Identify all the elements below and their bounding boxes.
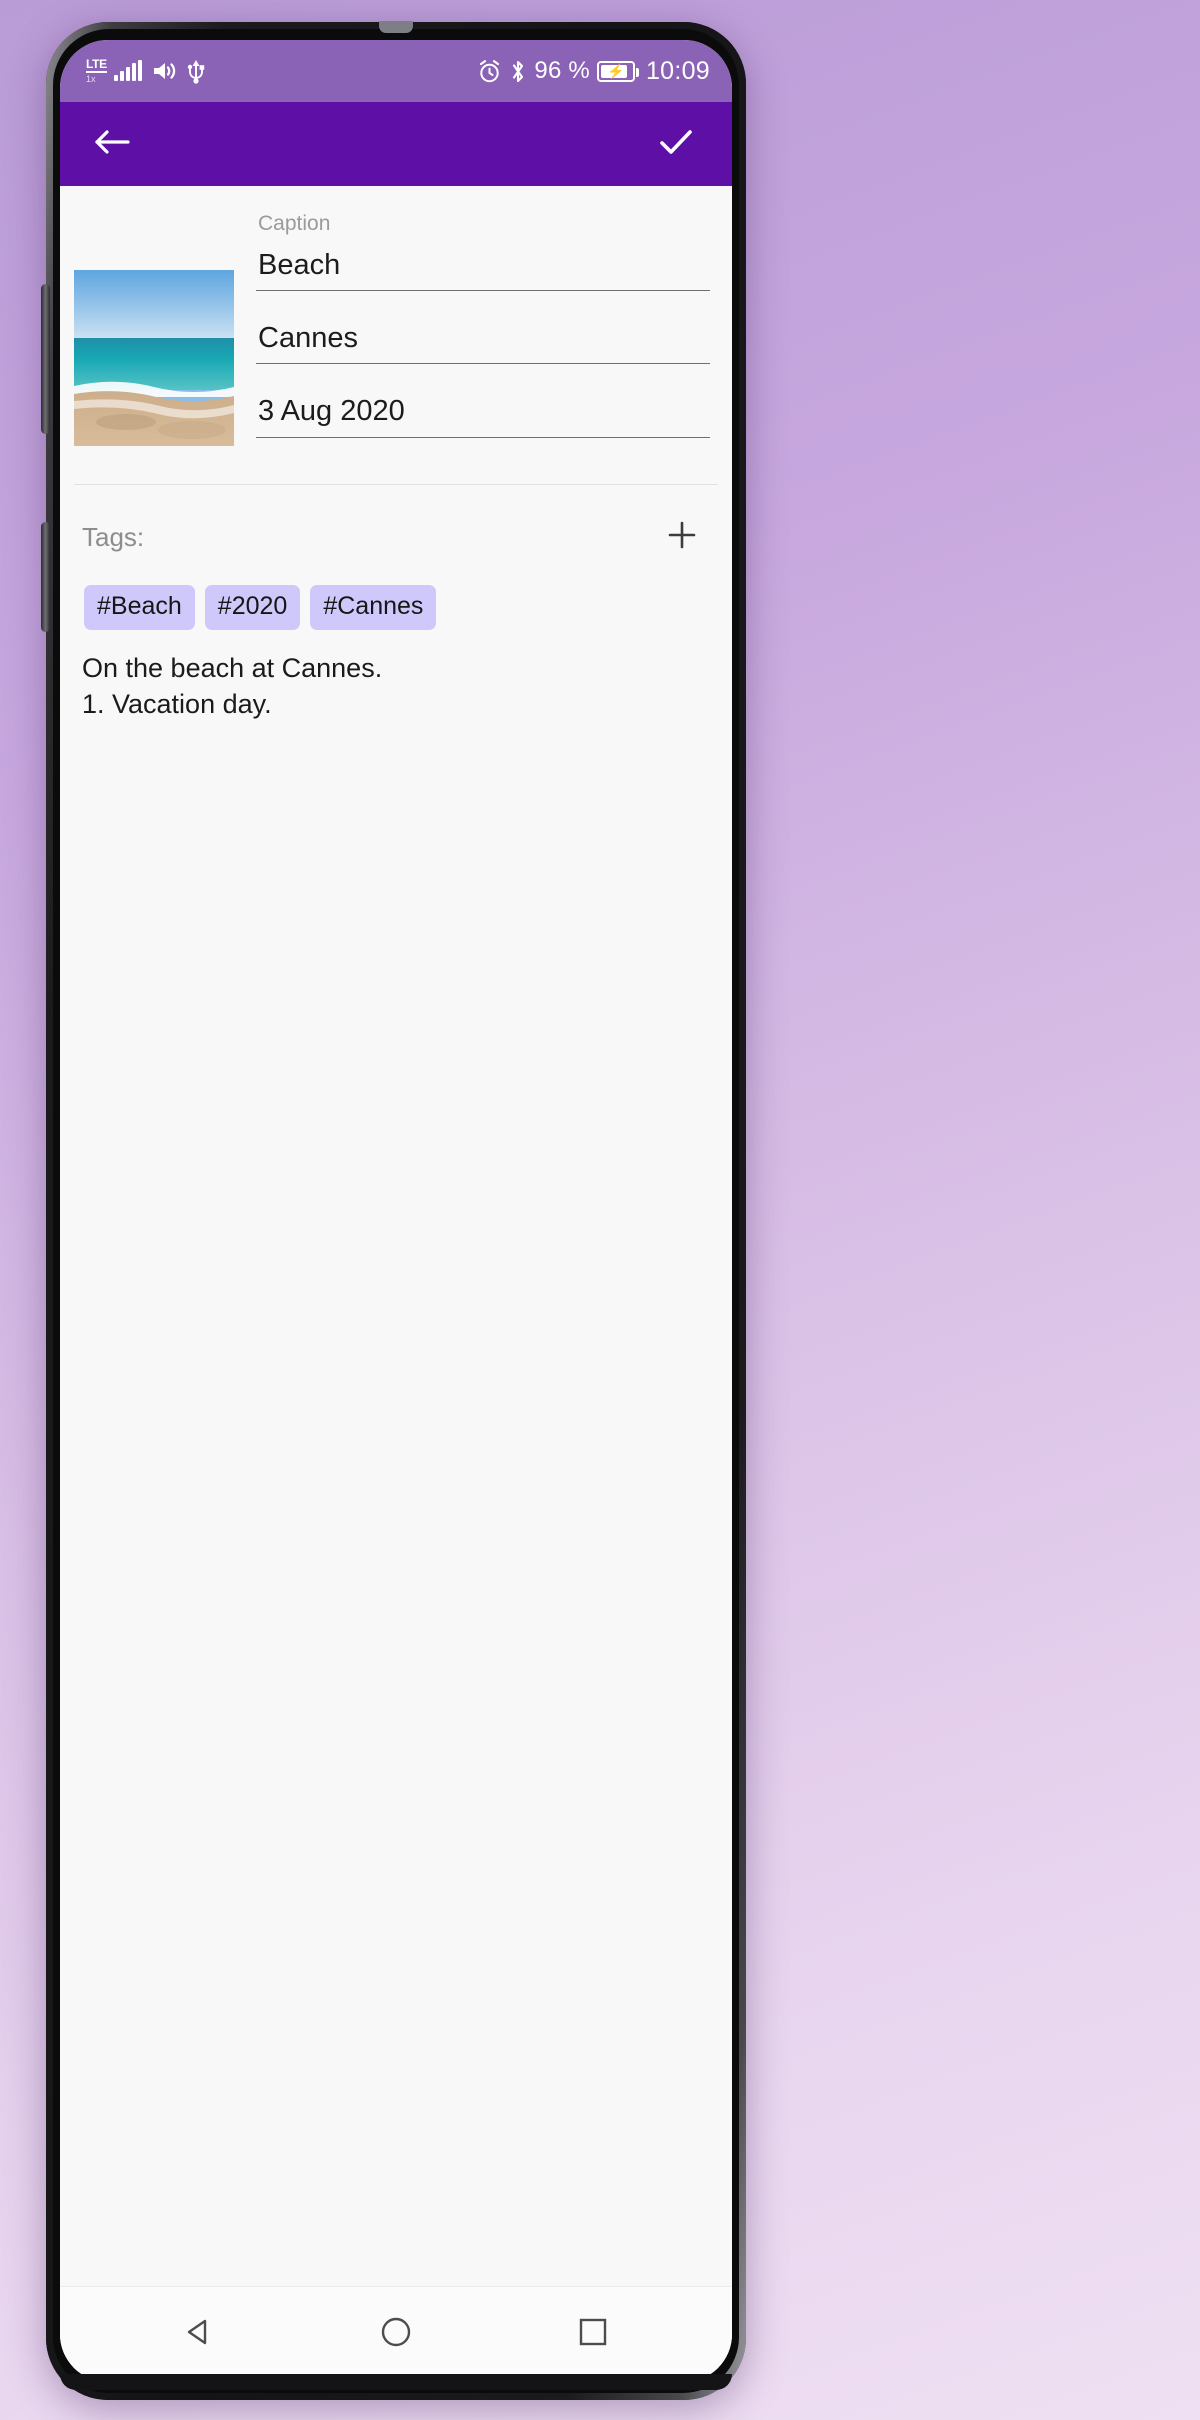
usb-icon <box>186 58 206 84</box>
volume-button[interactable] <box>41 284 50 434</box>
content-area: Caption Beach Cannes 3 Aug 2020 Tags: #B… <box>60 186 732 2382</box>
tags-title: Tags: <box>82 521 145 552</box>
camera-notch <box>379 21 413 33</box>
photo-metadata-section: Caption Beach Cannes 3 Aug 2020 <box>60 186 732 446</box>
photo-thumbnail[interactable] <box>74 270 234 446</box>
tag-chip[interactable]: #Beach <box>84 585 195 630</box>
clock-label: 10:09 <box>645 56 710 85</box>
phone-device: LTE 1x 96 % ⚡ 10:09 Caption Beach Cannes… <box>41 21 746 2400</box>
bluetooth-icon <box>509 59 527 84</box>
caption-input[interactable]: Beach <box>256 248 710 292</box>
back-arrow-icon <box>92 126 132 163</box>
fields-column: Caption Beach Cannes 3 Aug 2020 <box>234 212 712 446</box>
tags-list: #Beach #2020 #Cannes <box>82 585 706 630</box>
nav-back-button[interactable] <box>160 2296 238 2374</box>
power-button[interactable] <box>41 522 50 632</box>
note-body-text[interactable]: On the beach at Cannes. 1. Vacation day. <box>60 630 732 2286</box>
tag-chip[interactable]: #Cannes <box>310 585 437 630</box>
location-value: Cannes <box>258 322 358 355</box>
tags-header: Tags: <box>82 513 706 561</box>
caption-label: Caption <box>258 212 331 235</box>
nav-recents-button[interactable] <box>554 2296 632 2374</box>
tags-section: Tags: #Beach #2020 #Cannes <box>60 485 732 630</box>
date-value: 3 Aug 2020 <box>258 395 405 428</box>
date-input[interactable]: 3 Aug 2020 <box>256 394 710 438</box>
status-bar-left: LTE 1x <box>86 58 206 84</box>
nav-home-button[interactable] <box>357 2296 435 2374</box>
home-circle-icon <box>377 2313 415 2356</box>
confirm-button[interactable] <box>648 116 704 172</box>
back-triangle-icon <box>180 2313 218 2356</box>
beach-photo-image <box>74 270 234 446</box>
signal-bars-icon <box>113 60 142 81</box>
status-bar-right: 96 % ⚡ 10:09 <box>477 57 710 86</box>
network-sub-label: 1x <box>86 74 96 84</box>
location-input[interactable]: Cannes <box>256 321 710 365</box>
add-tag-button[interactable] <box>658 513 706 561</box>
back-button[interactable] <box>84 116 140 172</box>
network-type-indicator: LTE 1x <box>86 58 107 84</box>
app-bar <box>60 102 732 186</box>
plus-icon <box>665 518 699 557</box>
system-navigation-bar <box>60 2286 732 2382</box>
phone-screen: LTE 1x 96 % ⚡ 10:09 Caption Beach Cannes… <box>60 40 732 2382</box>
recents-square-icon <box>574 2313 612 2356</box>
lte-label: LTE <box>86 57 107 73</box>
tag-chip[interactable]: #2020 <box>204 585 301 630</box>
battery-percent-label: 96 % <box>534 57 590 84</box>
volume-icon <box>151 59 177 83</box>
battery-icon: ⚡ <box>596 60 639 82</box>
alarm-icon <box>477 59 502 84</box>
check-icon <box>656 126 696 163</box>
device-chin <box>60 2374 732 2390</box>
caption-value: Beach <box>258 249 341 281</box>
status-bar: LTE 1x 96 % ⚡ 10:09 <box>60 40 732 102</box>
